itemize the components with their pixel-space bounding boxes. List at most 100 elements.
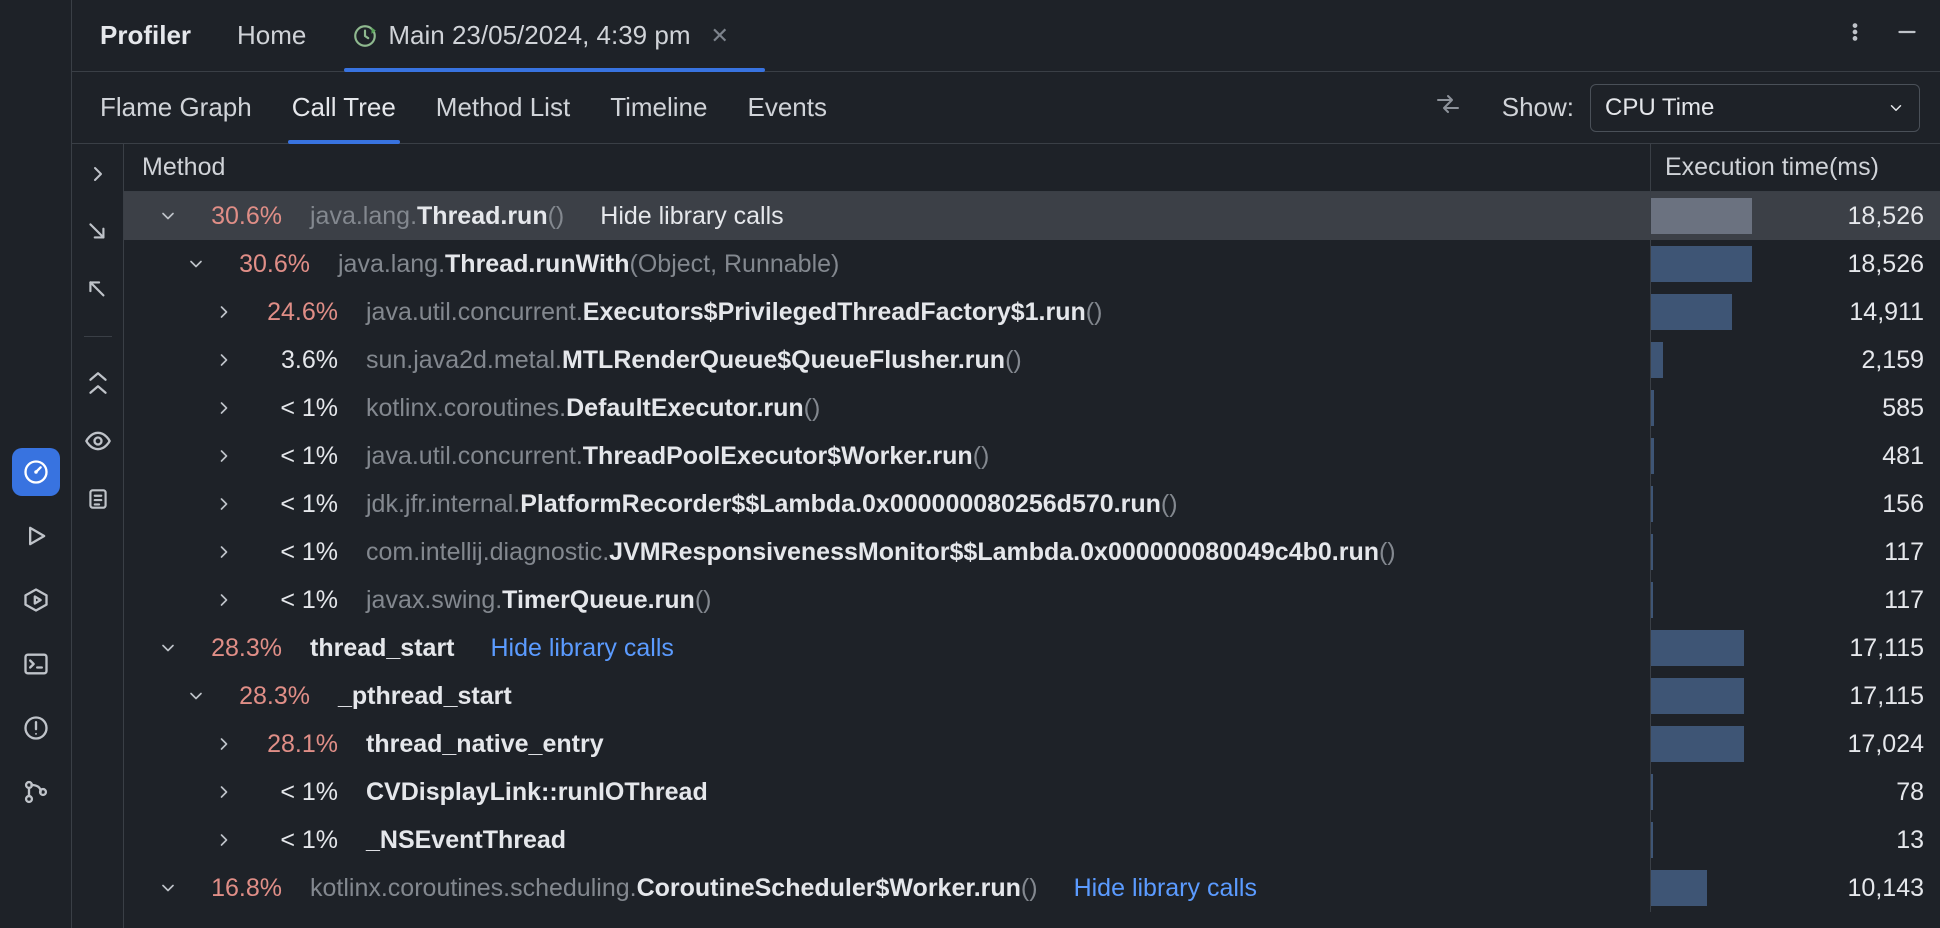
percentage-label: 30.6%: [196, 202, 282, 231]
method-name: _pthread_start: [338, 682, 512, 711]
call-tree-toolstrip: [72, 144, 124, 928]
chevron-down-icon[interactable]: [184, 252, 208, 276]
percentage-label: < 1%: [252, 394, 338, 423]
minimize-icon[interactable]: [1894, 19, 1920, 52]
table-row[interactable]: 28.1%thread_native_entry17,024: [124, 720, 1940, 768]
execution-time-value: 156: [1752, 490, 1940, 519]
problems-toolwindow-icon[interactable]: [12, 704, 60, 752]
execution-time-value: 17,115: [1752, 682, 1940, 711]
profiler-panel: Profiler Home Main 23/05/2024, 4:39 pm ✕…: [72, 0, 1940, 928]
show-select[interactable]: CPU Time: [1590, 84, 1920, 132]
table-row[interactable]: 3.6%sun.java2d.metal.MTLRenderQueue$Queu…: [124, 336, 1940, 384]
execution-time-value: 78: [1752, 778, 1940, 807]
view-tab-call-tree[interactable]: Call Tree: [292, 72, 396, 143]
chevron-down-icon[interactable]: [156, 636, 180, 660]
show-label: Show:: [1502, 92, 1574, 123]
chevron-right-icon[interactable]: [212, 444, 236, 468]
table-header: Method Execution time(ms): [124, 144, 1940, 192]
chevron-down-icon[interactable]: [156, 876, 180, 900]
table-row[interactable]: < 1%java.util.concurrent.ThreadPoolExecu…: [124, 432, 1940, 480]
chevron-right-icon[interactable]: [212, 780, 236, 804]
expand-node-icon[interactable]: [82, 158, 114, 190]
chevron-down-icon[interactable]: [156, 204, 180, 228]
method-name: jdk.jfr.internal.PlatformRecorder$$Lambd…: [366, 490, 1178, 519]
hide-library-calls-link[interactable]: Hide library calls: [600, 202, 783, 231]
percentage-label: 28.3%: [196, 634, 282, 663]
chevron-right-icon[interactable]: [212, 732, 236, 756]
table-row[interactable]: < 1% javax.swing.TimerQueue.run() 117: [124, 576, 1940, 624]
percentage-label: < 1%: [252, 586, 338, 615]
table-row[interactable]: 28.3% _pthread_start 17,115: [124, 672, 1940, 720]
method-name: javax.swing.TimerQueue.run(): [366, 586, 711, 615]
table-row[interactable]: 30.6%java.lang.Thread.run()Hide library …: [124, 192, 1940, 240]
execution-time-bar: [1650, 576, 1752, 624]
execution-time-value: 481: [1752, 442, 1940, 471]
view-tab-flame-graph[interactable]: Flame Graph: [100, 72, 252, 143]
swap-icon[interactable]: [1434, 92, 1462, 123]
execution-time-value: 585: [1752, 394, 1940, 423]
view-tab-method-list[interactable]: Method List: [436, 72, 570, 143]
vcs-toolwindow-icon[interactable]: [12, 768, 60, 816]
table-row[interactable]: < 1%_NSEventThread13: [124, 816, 1940, 864]
percentage-label: < 1%: [252, 490, 338, 519]
export-icon[interactable]: [82, 483, 114, 515]
hide-library-calls-link[interactable]: Hide library calls: [1074, 874, 1257, 903]
table-row[interactable]: < 1% jdk.jfr.internal.PlatformRecorder$$L…: [124, 480, 1940, 528]
execution-time-bar: [1650, 336, 1752, 384]
column-execution-time[interactable]: Execution time(ms): [1650, 144, 1940, 191]
view-tab-events[interactable]: Events: [747, 72, 827, 143]
method-name: java.util.concurrent.Executors$Privilege…: [366, 298, 1102, 327]
execution-time-bar: [1650, 816, 1752, 864]
call-tree-table: Method Execution time(ms) 30.6%java.lang…: [124, 144, 1940, 928]
close-icon[interactable]: ✕: [711, 23, 729, 49]
execution-time-bar: [1650, 624, 1752, 672]
tab-home[interactable]: Home: [237, 0, 306, 71]
execution-time-bar: [1650, 480, 1752, 528]
percentage-label: < 1%: [252, 778, 338, 807]
table-row[interactable]: < 1% CVDisplayLink::runIOThread 78: [124, 768, 1940, 816]
method-name: CVDisplayLink::runIOThread: [366, 778, 708, 807]
execution-time-value: 17,024: [1752, 730, 1940, 759]
table-row[interactable]: 16.8%kotlinx.coroutines.scheduling.Corou…: [124, 864, 1940, 912]
table-row[interactable]: 30.6% java.lang.Thread.runWith(Object, Ru…: [124, 240, 1940, 288]
chevron-right-icon[interactable]: [212, 492, 236, 516]
execution-time-bar: [1650, 672, 1752, 720]
execution-time-bar: [1650, 240, 1752, 288]
method-name: java.lang.Thread.runWith(Object, Runnabl…: [338, 250, 839, 279]
execution-time-value: 18,526: [1752, 202, 1940, 231]
services-toolwindow-icon[interactable]: [12, 576, 60, 624]
collapse-all-icon[interactable]: [82, 367, 114, 399]
view-tab-timeline[interactable]: Timeline: [610, 72, 707, 143]
method-name: _NSEventThread: [366, 826, 566, 855]
chevron-right-icon[interactable]: [212, 300, 236, 324]
execution-time-bar: [1650, 384, 1752, 432]
table-row[interactable]: 24.6%java.util.concurrent.Executors$Priv…: [124, 288, 1940, 336]
chevron-right-icon[interactable]: [212, 396, 236, 420]
table-row[interactable]: 28.3%thread_startHide library calls17,11…: [124, 624, 1940, 672]
table-row[interactable]: < 1%com.intellij.diagnostic.JVMResponsiv…: [124, 528, 1940, 576]
visibility-icon[interactable]: [82, 425, 114, 457]
chevron-right-icon[interactable]: [212, 540, 236, 564]
chevron-right-icon[interactable]: [212, 588, 236, 612]
profiler-toolwindow-icon[interactable]: [12, 448, 60, 496]
percentage-label: 16.8%: [196, 874, 282, 903]
execution-time-value: 117: [1752, 586, 1940, 615]
execution-time-bar: [1650, 864, 1752, 912]
execution-time-value: 10,143: [1752, 874, 1940, 903]
terminal-toolwindow-icon[interactable]: [12, 640, 60, 688]
hide-library-calls-link[interactable]: Hide library calls: [491, 634, 674, 663]
chevron-down-icon[interactable]: [184, 684, 208, 708]
column-method[interactable]: Method: [124, 153, 1650, 182]
percentage-label: 30.6%: [224, 250, 310, 279]
execution-time-bar: [1650, 288, 1752, 336]
execution-time-bar: [1650, 720, 1752, 768]
expand-down-icon[interactable]: [82, 216, 114, 248]
run-toolwindow-icon[interactable]: [12, 512, 60, 560]
tab-snapshot[interactable]: Main 23/05/2024, 4:39 pm ✕: [352, 0, 729, 71]
collapse-up-icon[interactable]: [82, 274, 114, 306]
more-menu-icon[interactable]: [1844, 21, 1866, 50]
table-row[interactable]: < 1%kotlinx.coroutines.DefaultExecutor.r…: [124, 384, 1940, 432]
chevron-right-icon[interactable]: [212, 348, 236, 372]
percentage-label: 28.3%: [224, 682, 310, 711]
chevron-right-icon[interactable]: [212, 828, 236, 852]
